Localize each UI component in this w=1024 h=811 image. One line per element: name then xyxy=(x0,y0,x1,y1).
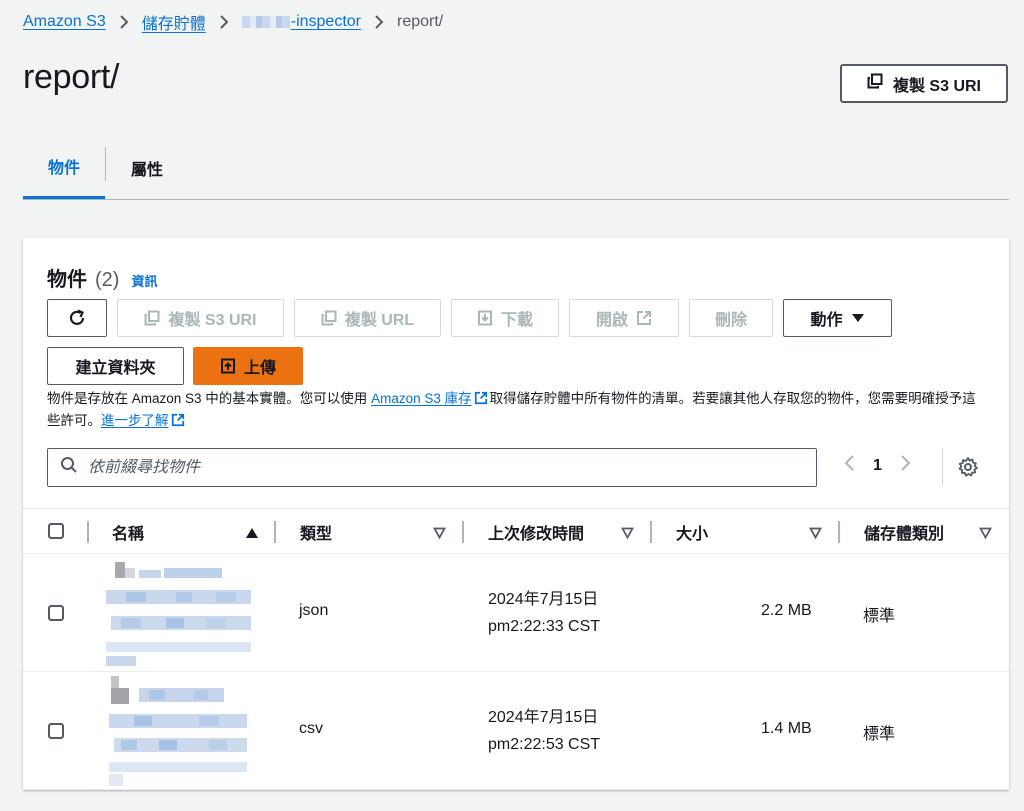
create-folder-label: 建立資料夾 xyxy=(75,360,156,377)
column-header-type[interactable]: 類型 xyxy=(300,509,332,554)
download-label: 下載 xyxy=(500,312,533,329)
actions-label: 動作 xyxy=(810,312,843,329)
open-button[interactable]: 開啟 xyxy=(569,299,679,337)
row-checkbox[interactable] xyxy=(48,605,64,621)
create-folder-button[interactable]: 建立資料夾 xyxy=(47,347,184,385)
column-header-size[interactable]: 大小 xyxy=(676,509,708,554)
redacted-object-name[interactable] xyxy=(109,676,254,786)
pagination: 1 xyxy=(843,454,912,477)
tab-properties[interactable]: 屬性 xyxy=(106,136,188,199)
column-divider xyxy=(462,521,464,543)
copy-s3-uri-label: 複製 S3 URI xyxy=(168,312,257,329)
breadcrumb-buckets[interactable]: 儲存貯體 xyxy=(142,10,206,34)
table-row[interactable]: json 2024年7月15日 pm2:22:33 CST 2.2 MB 標準 xyxy=(23,554,1009,672)
sort-icon[interactable] xyxy=(432,526,447,544)
copy-icon xyxy=(144,310,160,326)
redacted-object-name[interactable] xyxy=(106,562,256,666)
refresh-button[interactable] xyxy=(47,299,107,337)
table-header: 名稱 類型 上次修改時間 大小 儲存體類別 xyxy=(23,508,1009,554)
copy-icon xyxy=(321,310,337,326)
last-modified-time: pm2:22:33 CST xyxy=(488,618,601,635)
breadcrumb-amazon-s3[interactable]: Amazon S3 xyxy=(23,13,106,31)
last-modified: 2024年7月15日 pm2:22:33 CST xyxy=(488,586,600,640)
copy-s3-uri-header-label: 複製 S3 URI xyxy=(892,77,982,95)
pagination-divider xyxy=(942,448,943,486)
object-count: (2) xyxy=(95,269,120,291)
breadcrumb-current: report/ xyxy=(396,13,444,30)
column-header-name[interactable]: 名稱 xyxy=(112,509,144,554)
copy-url-button[interactable]: 複製 URL xyxy=(294,299,441,337)
breadcrumb-bucket-label: -inspector xyxy=(290,13,361,30)
column-divider xyxy=(87,521,89,543)
storage-class: 標準 xyxy=(863,726,896,743)
search-input[interactable] xyxy=(88,458,738,477)
object-type: csv xyxy=(299,720,323,737)
external-link-icon xyxy=(171,413,185,433)
panel-header: 物件 (2) 資訊 xyxy=(47,263,157,292)
object-type: json xyxy=(299,602,329,619)
chevron-right-icon xyxy=(219,14,229,30)
last-modified-date: 2024年7月15日 xyxy=(488,709,599,726)
objects-description: 物件是存放在 Amazon S3 中的基本實體。您可以使用 Amazon S3 … xyxy=(47,389,987,433)
sort-ascending-icon[interactable] xyxy=(245,526,259,544)
sort-icon[interactable] xyxy=(808,526,823,544)
upload-label: 上傳 xyxy=(243,360,276,377)
object-size: 2.2 MB xyxy=(761,602,812,619)
inventory-link[interactable]: Amazon S3 庫存 xyxy=(371,391,472,406)
chevron-right-icon xyxy=(374,14,384,30)
copy-url-label: 複製 URL xyxy=(344,312,415,329)
tab-bar: 物件 屬性 xyxy=(23,136,1009,200)
caret-down-icon xyxy=(851,313,865,323)
column-divider xyxy=(274,521,276,543)
external-link-icon xyxy=(636,310,652,326)
last-modified-time: pm2:22:53 CST xyxy=(488,736,601,753)
page-title: report/ xyxy=(23,58,120,96)
column-header-last-modified[interactable]: 上次修改時間 xyxy=(488,509,584,554)
pagination-next-icon[interactable] xyxy=(900,454,912,477)
delete-label: 刪除 xyxy=(714,312,747,329)
object-size: 1.4 MB xyxy=(761,720,812,737)
refresh-icon xyxy=(67,308,87,328)
upload-button[interactable]: 上傳 xyxy=(193,347,303,385)
gear-icon[interactable] xyxy=(957,456,979,483)
redacted-bucket-name xyxy=(241,15,290,28)
sort-icon[interactable] xyxy=(978,526,993,544)
breadcrumb-bucket[interactable]: -inspector xyxy=(241,13,361,31)
current-page[interactable]: 1 xyxy=(873,457,882,475)
copy-s3-uri-header-button[interactable]: 複製 S3 URI xyxy=(840,64,1008,103)
copy-icon xyxy=(867,73,883,94)
learn-more-link[interactable]: 進一步了解 xyxy=(101,413,169,428)
info-link[interactable]: 資訊 xyxy=(131,271,157,290)
column-divider xyxy=(650,521,652,543)
objects-panel: 物件 (2) 資訊 複製 S3 URI 複製 URL 下載 開啟 刪除 動作 建… xyxy=(23,238,1009,790)
download-icon xyxy=(477,310,493,326)
last-modified: 2024年7月15日 pm2:22:53 CST xyxy=(488,704,600,758)
column-divider xyxy=(838,521,840,543)
actions-dropdown[interactable]: 動作 xyxy=(783,299,892,337)
description-text-1: 物件是存放在 Amazon S3 中的基本實體。您可以使用 xyxy=(47,391,368,406)
select-all-checkbox[interactable] xyxy=(48,523,64,539)
column-header-storage-class[interactable]: 儲存體類別 xyxy=(864,509,944,554)
breadcrumb: Amazon S3 儲存貯體 -inspector report/ xyxy=(23,10,443,34)
storage-class: 標準 xyxy=(863,608,896,625)
pagination-prev-icon[interactable] xyxy=(843,454,855,477)
panel-title: 物件 xyxy=(47,269,87,291)
delete-button[interactable]: 刪除 xyxy=(689,299,773,337)
chevron-right-icon xyxy=(119,14,129,30)
search-box xyxy=(47,448,817,487)
tab-objects[interactable]: 物件 xyxy=(23,136,106,199)
download-button[interactable]: 下載 xyxy=(451,299,559,337)
search-icon xyxy=(60,456,78,479)
copy-s3-uri-button[interactable]: 複製 S3 URI xyxy=(117,299,284,337)
open-label: 開啟 xyxy=(595,312,628,329)
last-modified-date: 2024年7月15日 xyxy=(488,591,599,608)
upload-icon xyxy=(220,358,236,374)
external-link-icon xyxy=(474,391,488,411)
table-row[interactable]: csv 2024年7月15日 pm2:22:53 CST 1.4 MB 標準 xyxy=(23,672,1009,790)
sort-icon[interactable] xyxy=(620,526,635,544)
row-checkbox[interactable] xyxy=(48,723,64,739)
